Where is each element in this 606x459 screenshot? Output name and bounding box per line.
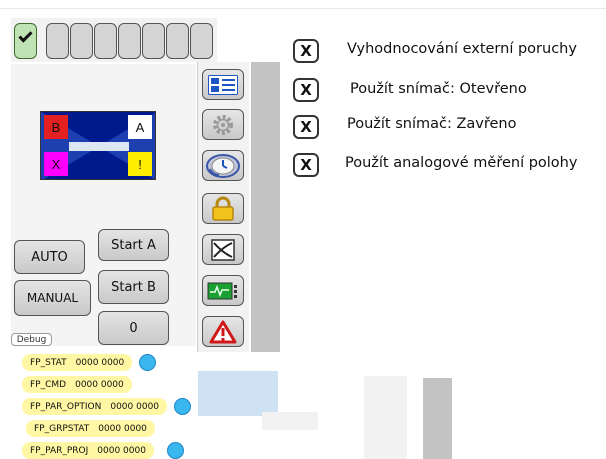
- diagnostic-icon: [207, 282, 237, 299]
- badge-warning: !: [128, 152, 152, 176]
- option-checkbox-sensor-closed[interactable]: X: [293, 115, 319, 139]
- badge-x: X: [44, 152, 68, 176]
- tag-name: FP_PAR_OPTION: [30, 401, 102, 412]
- state-cell[interactable]: [94, 23, 117, 59]
- settings-button[interactable]: [202, 109, 244, 140]
- state-cell[interactable]: [142, 23, 165, 59]
- trend-icon: [211, 238, 235, 261]
- tag-value: 0000 0000: [98, 423, 147, 434]
- fp-par-option-tag: FP_PAR_OPTION 0000 0000: [22, 398, 168, 415]
- tag-value: 0000 0000: [110, 401, 160, 412]
- option-checkbox-sensor-open[interactable]: X: [293, 78, 319, 102]
- option-label-external-fault: Vyhodnocování externí poruchy: [347, 41, 577, 57]
- trend-button[interactable]: [202, 234, 244, 265]
- fp-par-proj-indicator[interactable]: [167, 442, 184, 459]
- fp-par-proj-tag: FP_PAR_PROJ 0000 0000: [22, 442, 154, 459]
- badge-a: A: [128, 115, 152, 139]
- state-cell[interactable]: [70, 23, 93, 59]
- tag-name: FP_PAR_PROJ: [30, 445, 89, 456]
- option-label-analog-position: Použít analogové měření polohy: [345, 155, 578, 171]
- placeholder-block: [198, 371, 278, 416]
- lock-button[interactable]: [202, 193, 244, 224]
- clock-arrow-icon: [206, 153, 240, 178]
- faceplate-button[interactable]: [202, 69, 244, 100]
- tag-value: 0000 0000: [97, 445, 146, 456]
- top-divider: [0, 8, 606, 9]
- option-checkbox-analog-position[interactable]: X: [293, 153, 319, 177]
- option-checkbox-external-fault[interactable]: X: [293, 39, 319, 63]
- faceplate-icon: [208, 74, 238, 95]
- auto-button[interactable]: AUTO: [14, 240, 85, 274]
- fp-cmd-tag: FP_CMD 0000 0000: [22, 376, 132, 393]
- tag-name: FP_GRPSTAT: [34, 423, 90, 434]
- tag-value: 0000 0000: [75, 379, 124, 390]
- option-label-sensor-open: Použít snímač: Otevřeno: [350, 81, 527, 97]
- placeholder-block: [364, 376, 407, 459]
- tag-name: FP_CMD: [30, 379, 67, 390]
- state-cell[interactable]: [190, 23, 213, 59]
- options-background-panel: [346, 13, 606, 352]
- placeholder-block: [262, 412, 318, 430]
- placeholder-block: [423, 378, 452, 459]
- debug-label[interactable]: Debug: [11, 333, 52, 346]
- valve-symbol[interactable]: B A X !: [40, 111, 156, 180]
- state-cell[interactable]: [166, 23, 189, 59]
- tag-value: 0000 0000: [75, 357, 125, 368]
- fp-stat-tag: FP_STAT 0000 0000: [22, 354, 133, 371]
- tag-name: FP_STAT: [30, 357, 67, 368]
- lock-icon: [212, 196, 234, 221]
- state-cell[interactable]: [46, 23, 69, 59]
- history-button[interactable]: [202, 150, 244, 181]
- warning-icon: [209, 320, 237, 343]
- fp-grpstat-tag: FP_GRPSTAT 0000 0000: [26, 420, 155, 437]
- zero-button[interactable]: 0: [98, 311, 169, 345]
- gear-icon: [213, 114, 233, 135]
- check-icon: [18, 28, 33, 43]
- badge-b: B: [44, 115, 68, 139]
- option-label-sensor-closed: Použít snímač: Zavřeno: [347, 116, 517, 132]
- separator-panel: [251, 62, 280, 352]
- alarm-button[interactable]: [202, 316, 244, 347]
- start-b-button[interactable]: Start B: [98, 270, 169, 304]
- state-cell[interactable]: [118, 23, 141, 59]
- fp-stat-indicator[interactable]: [139, 354, 156, 371]
- fp-par-option-indicator[interactable]: [174, 398, 191, 415]
- start-a-button[interactable]: Start A: [98, 229, 169, 261]
- manual-button[interactable]: MANUAL: [14, 280, 91, 316]
- diagnostics-button[interactable]: [202, 275, 244, 306]
- state-cell-active[interactable]: [14, 23, 37, 59]
